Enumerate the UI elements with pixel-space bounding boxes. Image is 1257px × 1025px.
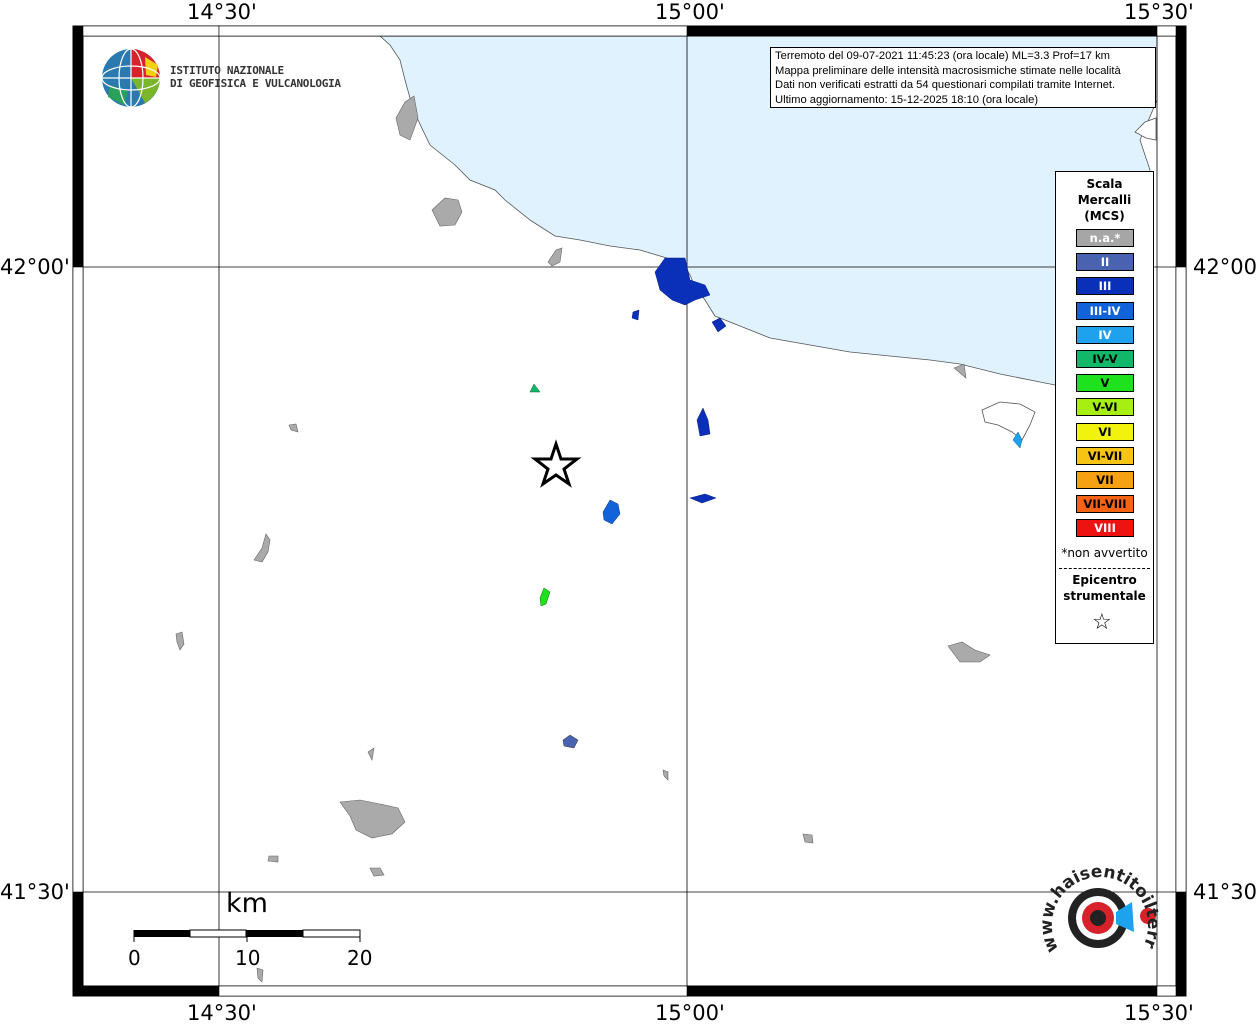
lon-label-1430-top: 14°30' xyxy=(187,0,257,24)
legend-swatch-iii: III xyxy=(1076,277,1134,296)
lat-label-4200-left: 42°00' xyxy=(0,255,70,279)
lon-label-1530-bottom: 15°30' xyxy=(1124,1001,1194,1025)
scale-label-20: 20 xyxy=(347,946,373,970)
event-info-line2: Mappa preliminare delle intensità macros… xyxy=(775,64,1121,77)
institute-name-line1: ISTITUTO NAZIONALE xyxy=(170,64,284,77)
lon-label-1430-bottom: 14°30' xyxy=(187,1001,257,1025)
legend-swatch-ii: II xyxy=(1076,253,1134,272)
scale-label-0: 0 xyxy=(128,946,141,970)
ingv-globe-logo xyxy=(101,48,161,108)
legend-swatch-iii-iv: III-IV xyxy=(1076,301,1134,320)
legend-title-line3: (MCS) xyxy=(1084,209,1125,223)
haisentito-logo-graphic: www.haisentitoilterremoto.it xyxy=(1027,843,1163,955)
legend-title-line1: Scala xyxy=(1086,177,1123,191)
lon-label-1500-top: 15°00' xyxy=(655,0,725,24)
legend-epicenter-label: Epicentro strumentale xyxy=(1056,572,1153,604)
lon-label-1530-top: 15°30' xyxy=(1124,0,1194,24)
lon-label-1500-bottom: 15°00' xyxy=(655,1001,725,1025)
legend-swatch-v: V xyxy=(1076,374,1134,393)
event-info-line4: Ultimo aggiornamento: 15-12-2025 18:10 (… xyxy=(775,93,1039,106)
legend-swatch-vi-vii: VI-VII xyxy=(1076,446,1134,465)
legend-note: *non avvertito xyxy=(1061,546,1148,560)
legend-epicenter-line1: Epicentro xyxy=(1072,573,1137,587)
scale-bar-title: km xyxy=(226,888,268,919)
legend-swatch-n-a-: n.a.* xyxy=(1076,229,1134,247)
legend-swatch-vii: VII xyxy=(1076,471,1134,489)
legend-swatch-iv: IV xyxy=(1076,325,1134,344)
lat-label-4130-right: 41°30' xyxy=(1193,880,1257,904)
event-info-box: Terremoto del 09-07-2021 11:45:23 (ora l… xyxy=(770,47,1156,108)
event-info-line3: Dati non verificati estratti da 54 quest… xyxy=(775,79,1116,91)
legend-swatch-v-vi: V-VI xyxy=(1076,398,1134,417)
lat-label-4200-right: 42°00' xyxy=(1193,255,1257,279)
legend-swatch-vi: VI xyxy=(1076,422,1134,441)
event-info-line1: Terremoto del 09-07-2021 11:45:23 (ora l… xyxy=(775,50,1110,62)
legend-divider xyxy=(1059,568,1150,569)
legend-title: Scala Mercalli (MCS) xyxy=(1056,176,1153,224)
haisentito-logo: www.haisentitoilterremoto.it xyxy=(1027,843,1166,978)
legend-swatch-vii-viii: VII-VIII xyxy=(1076,495,1134,514)
legend-swatch-viii: VIII xyxy=(1076,519,1134,538)
locality xyxy=(267,855,279,863)
star-outline-icon: ☆ xyxy=(1092,610,1112,635)
legend-swatch-iv-v: IV-V xyxy=(1076,350,1134,368)
intensity-legend: Scala Mercalli (MCS) n.a.* II III III-IV IV I… xyxy=(1055,171,1154,644)
institute-name: ISTITUTO NAZIONALE DI GEOFISICA E VULCAN… xyxy=(170,64,341,90)
lat-label-4130-left: 41°30' xyxy=(0,880,70,904)
legend-epicenter-line2: strumentale xyxy=(1063,589,1146,603)
legend-title-line2: Mercalli xyxy=(1077,193,1132,207)
institute-name-line2: DI GEOFISICA E VULCANOLOGIA xyxy=(170,77,341,90)
scale-label-10: 10 xyxy=(235,946,261,970)
